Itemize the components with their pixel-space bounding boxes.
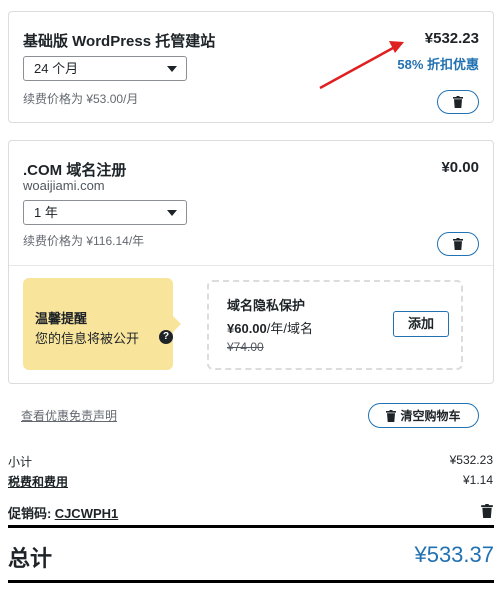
chevron-down-icon [167, 210, 177, 216]
remove-domain-button[interactable] [437, 232, 479, 256]
trash-icon [453, 96, 463, 108]
clear-cart-label: 清空购物车 [400, 409, 461, 423]
taxes-link[interactable]: 税费和费用 [8, 475, 68, 489]
promo-label: 促销码: [8, 506, 52, 521]
add-privacy-button[interactable]: 添加 [393, 311, 449, 337]
remove-hosting-button[interactable] [437, 90, 479, 114]
taxes-value: ¥1.14 [462, 473, 493, 487]
discount-disclaimer-link[interactable]: 查看优惠免责声明 [21, 407, 117, 424]
upsell-old-price: ¥74.00 [227, 340, 264, 354]
domain-renewal-price: 续费价格为 ¥116.14/年 [23, 234, 145, 248]
hosting-term-select[interactable]: 24 个月 [23, 56, 187, 81]
total-top-rule [8, 525, 494, 528]
help-icon[interactable]: ? [159, 330, 173, 344]
cart-page: 基础版 WordPress 托管建站 ¥532.23 58% 折扣优惠 24 个… [0, 0, 500, 613]
hosting-renewal-price: 续费价格为 ¥53.00/月 [23, 92, 139, 106]
chevron-down-icon [167, 66, 177, 72]
total-label: 总计 [8, 546, 53, 571]
domain-name: woaijiami.com [23, 178, 105, 193]
hosting-price: ¥532.23 [424, 30, 479, 47]
domain-title: .COM 域名注册 [23, 162, 127, 179]
hosting-cart-item: 基础版 WordPress 托管建站 ¥532.23 58% 折扣优惠 24 个… [8, 11, 494, 123]
remove-promo-button[interactable] [481, 504, 493, 521]
trash-icon [386, 409, 397, 422]
promo-code[interactable]: CJCWPH1 [55, 506, 119, 521]
hosting-term-value: 24 个月 [34, 61, 79, 76]
domain-price: ¥0.00 [441, 159, 479, 176]
total-value: ¥533.37 [414, 542, 494, 567]
upsell-title: 域名隐私保护 [227, 298, 306, 313]
trash-icon [453, 238, 463, 250]
hosting-discount: 58% 折扣优惠 [397, 57, 479, 72]
upsell-price: ¥60.00/年/域名 [227, 318, 313, 337]
upsell-price-amount: ¥60.00 [227, 321, 267, 336]
taxes-row: 税费和费用 ¥1.14 [8, 473, 493, 490]
trash-icon [481, 504, 493, 518]
notice-text: 您的信息将被公开 [35, 331, 140, 346]
privacy-notice-tooltip: 温馨提醒 您的信息将被公开 ? [23, 278, 181, 370]
clear-cart-button[interactable]: 清空购物车 [368, 403, 479, 428]
notice-title: 温馨提醒 [35, 311, 88, 326]
promo-row: 促销码: CJCWPH1 [8, 503, 493, 522]
upsell-price-unit: /年/域名 [266, 321, 313, 336]
subtotal-label: 小计 [8, 455, 33, 469]
subtotal-row: 小计 ¥532.23 [8, 453, 493, 470]
privacy-protection-upsell: 域名隐私保护 ¥60.00/年/域名 ¥74.00 添加 [207, 280, 463, 370]
domain-cart-item: .COM 域名注册 woaijiami.com ¥0.00 1 年 续费价格为 … [8, 140, 494, 384]
domain-term-select[interactable]: 1 年 [23, 200, 187, 225]
hosting-title: 基础版 WordPress 托管建站 [23, 33, 216, 50]
domain-term-value: 1 年 [34, 205, 58, 220]
subtotal-value: ¥532.23 [449, 453, 493, 467]
total-bottom-rule [8, 580, 494, 583]
card-divider [9, 265, 493, 266]
